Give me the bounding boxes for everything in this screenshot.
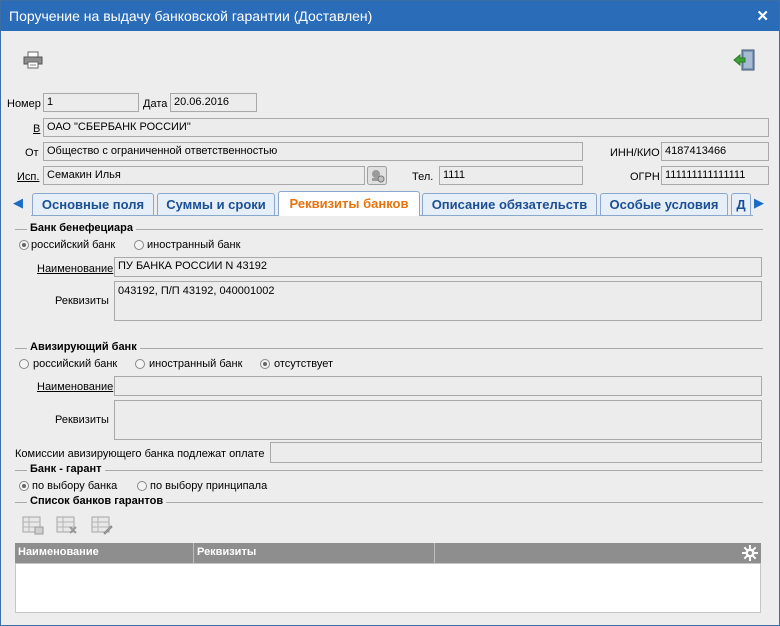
contact-lookup-icon[interactable] bbox=[367, 166, 387, 185]
date-field[interactable]: 20.06.2016 bbox=[170, 93, 257, 112]
beneficiary-name-field[interactable]: ПУ БАНКА РОССИИ N 43192 bbox=[114, 257, 762, 277]
beneficiary-foreign-radio[interactable] bbox=[134, 240, 144, 250]
to-bank-field[interactable]: ОАО "СБЕРБАНК РОССИИ" bbox=[43, 118, 769, 137]
tab-main-fields[interactable]: Основные поля bbox=[32, 193, 154, 215]
delete-row-icon[interactable] bbox=[56, 515, 78, 535]
guarantor-principal-choice-label[interactable]: по выбору принципала bbox=[150, 480, 267, 492]
guarantor-table-header: Наименование Реквизиты bbox=[15, 543, 761, 563]
to-bank-label[interactable]: В bbox=[33, 123, 40, 135]
column-separator bbox=[193, 543, 194, 563]
guarantor-bank-choice-label[interactable]: по выбору банка bbox=[32, 480, 117, 492]
guarantor-bank-choice-radio[interactable] bbox=[19, 481, 29, 491]
dialog-window: Поручение на выдачу банковской гарантии … bbox=[0, 0, 780, 626]
advising-bank-title: Авизирующий банк bbox=[27, 341, 140, 353]
guarantor-list-title: Список банков гарантов bbox=[27, 495, 167, 507]
tab-scroll-right-icon[interactable]: ▶ bbox=[752, 193, 766, 213]
exit-door-icon[interactable] bbox=[733, 49, 757, 71]
tab-bank-details[interactable]: Реквизиты банков bbox=[278, 191, 420, 216]
number-field[interactable]: 1 bbox=[43, 93, 139, 112]
number-label: Номер bbox=[7, 98, 41, 110]
title-bar[interactable]: Поручение на выдачу банковской гарантии … bbox=[1, 1, 779, 31]
close-icon[interactable]: ✕ bbox=[756, 7, 769, 25]
advising-russian-label[interactable]: российский банк bbox=[33, 358, 117, 370]
beneficiary-details-label: Реквизиты bbox=[55, 295, 109, 307]
phone-field[interactable]: 1111 bbox=[439, 166, 583, 185]
advising-russian-radio[interactable] bbox=[19, 359, 29, 369]
add-row-icon[interactable] bbox=[22, 515, 44, 535]
executor-label[interactable]: Исп. bbox=[17, 171, 39, 183]
beneficiary-foreign-label[interactable]: иностранный банк bbox=[147, 239, 240, 251]
date-label: Дата bbox=[143, 98, 168, 110]
column-separator bbox=[434, 543, 435, 563]
advising-name-label[interactable]: Наименование bbox=[37, 381, 113, 393]
tab-scroll-left-icon[interactable]: ◀ bbox=[11, 193, 25, 213]
guarantor-divider bbox=[15, 470, 763, 471]
advising-details-label: Реквизиты bbox=[55, 414, 109, 426]
advising-details-field[interactable] bbox=[114, 400, 762, 440]
ogrn-label: ОГРН bbox=[630, 171, 660, 183]
gear-icon[interactable] bbox=[742, 545, 758, 561]
advising-foreign-radio[interactable] bbox=[135, 359, 145, 369]
advising-name-field[interactable] bbox=[114, 376, 762, 396]
beneficiary-russian-radio[interactable] bbox=[19, 240, 29, 250]
beneficiary-name-label[interactable]: Наименование bbox=[37, 263, 113, 275]
from-label: От bbox=[25, 147, 39, 159]
ogrn-field[interactable]: 111111111111111 bbox=[661, 166, 769, 185]
commission-label: Комиссии авизирующего банка подлежат опл… bbox=[15, 448, 265, 460]
tab-amounts-terms[interactable]: Суммы и сроки bbox=[157, 193, 275, 215]
guarantor-table-body[interactable] bbox=[15, 563, 761, 613]
inn-label: ИНН/КИО bbox=[610, 147, 660, 159]
guarantor-bank-title: Банк - гарант bbox=[27, 463, 105, 475]
window-title: Поручение на выдачу банковской гарантии … bbox=[9, 8, 373, 24]
advising-absent-label[interactable]: отсутствует bbox=[274, 358, 333, 370]
column-header-details[interactable]: Реквизиты bbox=[197, 546, 256, 558]
tab-special-conditions[interactable]: Особые условия bbox=[600, 193, 728, 215]
column-header-name[interactable]: Наименование bbox=[18, 546, 99, 558]
tab-obligations[interactable]: Описание обязательств bbox=[422, 193, 597, 215]
advising-absent-radio[interactable] bbox=[260, 359, 270, 369]
guarantor-principal-choice-radio[interactable] bbox=[137, 481, 147, 491]
beneficiary-russian-label[interactable]: российский банк bbox=[31, 239, 115, 251]
tab-more[interactable]: Д bbox=[731, 193, 751, 215]
inn-field[interactable]: 4187413466 bbox=[661, 142, 769, 161]
beneficiary-details-field[interactable]: 043192, П/П 43192, 040001002 bbox=[114, 281, 762, 321]
phone-label: Тел. bbox=[412, 171, 434, 183]
executor-field[interactable]: Семакин Илья bbox=[43, 166, 365, 185]
commission-field[interactable] bbox=[270, 442, 762, 463]
printer-icon[interactable] bbox=[23, 51, 43, 69]
beneficiary-bank-title: Банк бенефециара bbox=[27, 222, 136, 234]
edit-row-icon[interactable] bbox=[91, 515, 113, 535]
advising-foreign-label[interactable]: иностранный банк bbox=[149, 358, 242, 370]
from-field[interactable]: Общество с ограниченной ответственностью bbox=[43, 142, 583, 161]
